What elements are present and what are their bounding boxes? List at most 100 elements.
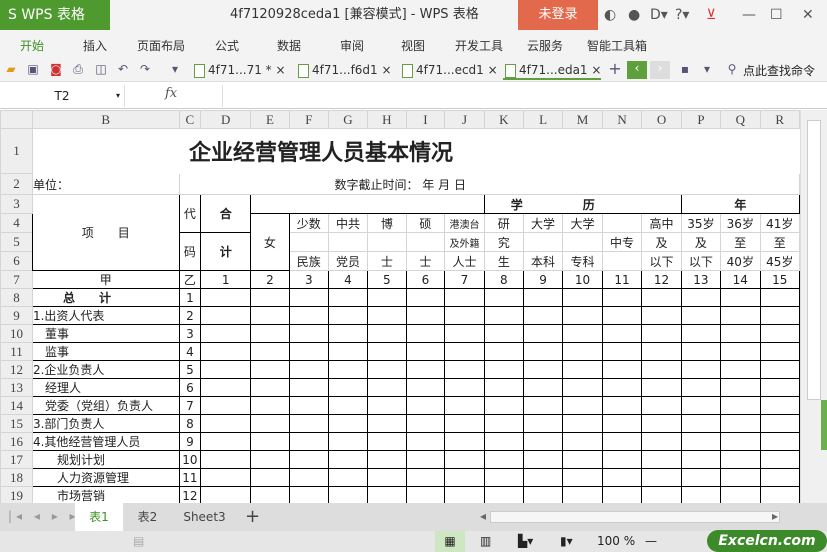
name-box[interactable]: T2 ▾	[0, 85, 125, 107]
header-cell[interactable]: 40岁	[720, 251, 761, 271]
tab-formulas[interactable]: 公式	[215, 37, 239, 54]
code-row-cell[interactable]: 4	[327, 270, 369, 289]
code-row-cell[interactable]: 15	[759, 270, 800, 289]
header-cell[interactable]: 少数	[288, 213, 329, 233]
data-cell[interactable]	[327, 306, 369, 325]
data-cell[interactable]	[601, 432, 643, 451]
header-female[interactable]: 女	[250, 213, 290, 271]
header-cell[interactable]	[367, 232, 407, 252]
header-cell[interactable]: 士	[367, 251, 407, 271]
data-cell[interactable]	[601, 378, 643, 397]
row-header[interactable]: 9	[0, 306, 33, 325]
column-header[interactable]: B	[31, 110, 180, 129]
horizontal-scrollbar[interactable]	[490, 511, 780, 523]
data-cell[interactable]	[200, 378, 252, 397]
data-cell[interactable]	[444, 378, 485, 397]
data-cell[interactable]	[250, 486, 290, 503]
code-row-cell[interactable]: 10	[562, 270, 603, 289]
column-header[interactable]: O	[641, 110, 682, 129]
data-cell[interactable]	[680, 486, 722, 503]
item-label[interactable]: 经理人	[31, 378, 180, 397]
add-sheet-icon[interactable]: +	[240, 503, 265, 531]
freeze-icon[interactable]: ▙▾	[518, 531, 533, 552]
data-cell[interactable]	[720, 450, 761, 469]
data-cell[interactable]	[250, 396, 290, 415]
data-cell[interactable]	[288, 378, 329, 397]
data-cell[interactable]	[405, 378, 446, 397]
header-cell[interactable]	[288, 232, 329, 252]
data-cell[interactable]	[288, 324, 329, 343]
data-cell[interactable]	[200, 432, 252, 451]
data-cell[interactable]	[405, 288, 446, 307]
doc-tab-active[interactable]: 4f71...eda1 ×	[503, 60, 602, 80]
item-label[interactable]: 4.其他经营管理人员	[31, 432, 180, 451]
row-header[interactable]: 3	[0, 194, 33, 214]
data-cell[interactable]	[483, 414, 524, 433]
item-code[interactable]: 4	[178, 342, 202, 361]
spreadsheet-grid[interactable]: BCDEFGHIJKLMNOPQR 1 企业经营管理人员基本情况 2 单位： 数字截止…	[0, 110, 800, 503]
header-cell[interactable]: 硕	[405, 213, 446, 233]
data-cell[interactable]	[288, 396, 329, 415]
data-cell[interactable]	[641, 288, 682, 307]
data-cell[interactable]	[562, 396, 603, 415]
zoom-level[interactable]: 100 %	[597, 531, 635, 552]
header-cell[interactable]	[601, 213, 643, 233]
data-cell[interactable]	[562, 342, 603, 361]
item-code[interactable]: 3	[178, 324, 202, 343]
data-cell[interactable]	[601, 342, 643, 361]
screen-icon[interactable]: ▪	[678, 62, 692, 76]
minimize-icon[interactable]: —	[742, 0, 756, 30]
data-cell[interactable]	[367, 378, 407, 397]
data-cell[interactable]	[367, 342, 407, 361]
item-label[interactable]: 总 计	[31, 288, 180, 307]
item-label[interactable]: 规划计划	[31, 450, 180, 469]
data-cell[interactable]	[641, 378, 682, 397]
skin-icon[interactable]: ◐	[604, 0, 616, 30]
doc-tab[interactable]: 4f71...71 * ×	[192, 60, 286, 80]
data-cell[interactable]	[444, 288, 485, 307]
print-icon[interactable]: ⎙	[71, 62, 85, 76]
data-cell[interactable]	[288, 342, 329, 361]
row-header[interactable]: 14	[0, 396, 33, 415]
header-ma[interactable]: 码	[178, 232, 202, 271]
data-cell[interactable]	[522, 306, 564, 325]
wps-logo-menu[interactable]: S WPS 表格	[0, 0, 110, 30]
fx-icon[interactable]: fx	[165, 86, 177, 101]
sheet-title[interactable]: 企业经营管理人员基本情况	[31, 128, 800, 174]
data-cell[interactable]	[601, 288, 643, 307]
data-cell[interactable]	[327, 468, 369, 487]
data-cell[interactable]	[641, 486, 682, 503]
data-cell[interactable]	[641, 414, 682, 433]
header-cell[interactable]: 以下	[641, 251, 682, 271]
doc-icon[interactable]: ▤	[133, 531, 144, 552]
code-row-cell[interactable]: 9	[522, 270, 564, 289]
item-label[interactable]: 人力资源管理	[31, 468, 180, 487]
data-cell[interactable]	[680, 360, 722, 379]
code-row-cell[interactable]: 2	[250, 270, 290, 289]
page-break-view-icon[interactable]: ▥	[480, 531, 491, 552]
sheet-tab-active[interactable]: 表1	[75, 503, 123, 531]
data-cell[interactable]	[759, 468, 800, 487]
tab-data[interactable]: 数据	[277, 37, 301, 54]
data-cell[interactable]	[444, 396, 485, 415]
feedback-icon[interactable]: D▾	[650, 0, 668, 30]
data-cell[interactable]	[483, 396, 524, 415]
header-cell[interactable]: 大学	[562, 213, 603, 233]
data-cell[interactable]	[444, 324, 485, 343]
data-cell[interactable]	[680, 468, 722, 487]
data-cell[interactable]	[288, 306, 329, 325]
item-label[interactable]: 党委（党组）负责人	[31, 396, 180, 415]
data-cell[interactable]	[720, 468, 761, 487]
code-row-cell[interactable]: 1	[200, 270, 252, 289]
header-cell[interactable]: 士	[405, 251, 446, 271]
data-cell[interactable]	[641, 468, 682, 487]
header-dai[interactable]: 代	[178, 194, 202, 233]
tab-page-layout[interactable]: 页面布局	[137, 37, 185, 54]
data-cell[interactable]	[720, 360, 761, 379]
column-header[interactable]: H	[367, 110, 407, 129]
maximize-icon[interactable]: ☐	[770, 0, 783, 30]
item-label[interactable]: 市场营销	[31, 486, 180, 503]
data-cell[interactable]	[759, 306, 800, 325]
normal-view-icon[interactable]: ▦	[435, 531, 465, 552]
side-panel-handle[interactable]	[821, 400, 827, 450]
